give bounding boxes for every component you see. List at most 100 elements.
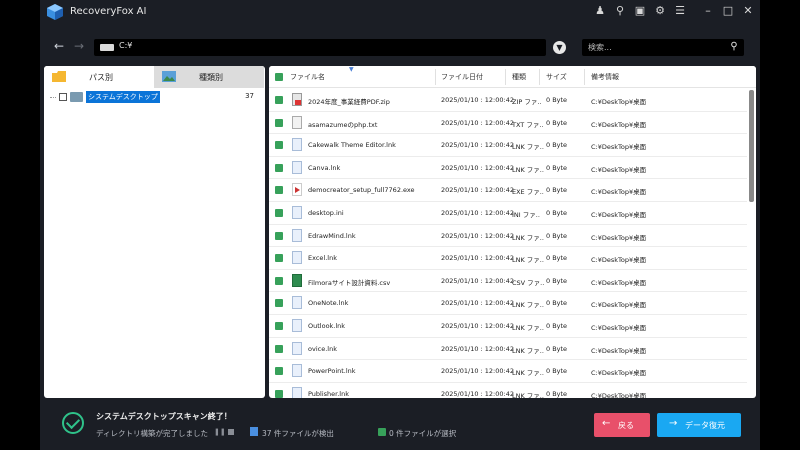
title-bar: RecoveryFox AI ♟ ⚲ ▣ ⚙ ☰ – □ ✕ <box>40 0 760 26</box>
table-row[interactable]: Filmoraサイト設計資料.csv 2025/01/10 : 12:00:42 C… <box>269 270 747 293</box>
drive-icon <box>100 44 114 51</box>
table-row[interactable]: Excel.lnk 2025/01/10 : 12:00:42 LNK ファ.. 0 … <box>269 247 747 270</box>
table-row[interactable]: OneNote.lnk 2025/01/10 : 12:00:42 LNK ファ..… <box>269 292 747 315</box>
file-type: LNK ファ.. <box>512 346 544 355</box>
file-note: C:¥DeskTop¥桌面 <box>591 120 647 129</box>
table-row[interactable]: Publisher.lnk 2025/01/10 : 12:00:42 LNK ファ… <box>269 383 747 398</box>
table-row[interactable]: Outlook.lnk 2025/01/10 : 12:00:42 LNK ファ..… <box>269 315 747 338</box>
tab-by-type[interactable]: 種類別 <box>154 66 264 88</box>
stop-icon[interactable] <box>228 429 234 435</box>
file-count-icon <box>250 427 258 436</box>
column-header-size[interactable]: サイズ <box>546 72 567 82</box>
table-row[interactable]: Cakewalk Theme Editor.lnk 2025/01/10 : 12… <box>269 134 747 157</box>
file-name: OneNote.lnk <box>308 299 349 308</box>
lnk-file-icon <box>292 206 302 219</box>
recover-button-label: データ復元 <box>685 421 725 430</box>
row-checkbox[interactable] <box>275 209 283 217</box>
column-divider <box>505 69 506 85</box>
row-checkbox[interactable] <box>275 344 283 353</box>
file-name: Publisher.lnk <box>308 389 349 398</box>
menu-icon[interactable]: ☰ <box>674 4 686 18</box>
lnk-file-icon <box>292 386 302 398</box>
scrollbar[interactable] <box>749 90 754 202</box>
tree-checkbox[interactable] <box>59 93 67 101</box>
back-button[interactable]: ← 戻る <box>594 413 650 437</box>
file-list-panel: ▼ ファイル名 ファイル日付 種類 サイズ 備考情報 2024年度_事業経費PD… <box>269 66 756 398</box>
minimize-button[interactable]: – <box>702 4 714 18</box>
forward-arrow-icon[interactable]: → <box>72 39 86 53</box>
row-checkbox[interactable] <box>275 141 283 150</box>
file-name: Canva.lnk <box>308 163 341 172</box>
table-header: ▼ ファイル名 ファイル日付 種類 サイズ 備考情報 <box>269 66 756 88</box>
lnk-file-icon <box>292 364 302 378</box>
row-checkbox[interactable] <box>275 299 283 308</box>
table-row[interactable]: asamazumeのphp.txt 2025/01/10 : 12:00:42 TX… <box>269 112 747 135</box>
row-checkbox[interactable] <box>275 389 283 398</box>
column-header-note[interactable]: 備考情報 <box>591 72 619 82</box>
row-checkbox[interactable] <box>275 186 283 195</box>
table-row[interactable]: 2024年度_事業経費PDF.zip 2025/01/10 : 12:00:42 Z… <box>269 89 747 112</box>
tab-by-path[interactable]: パス別 <box>44 66 154 88</box>
file-name: democreator_setup_full7762.exe <box>308 186 415 195</box>
file-size: 0 Byte <box>546 118 568 127</box>
txt-file-icon <box>292 115 302 129</box>
column-header-name[interactable]: ファイル名 <box>290 72 325 82</box>
table-row[interactable]: Canva.lnk 2025/01/10 : 12:00:42 LNK ファ.. 0 … <box>269 157 747 180</box>
file-date: 2025/01/10 : 12:00:42 <box>441 186 514 195</box>
file-date: 2025/01/10 : 12:00:42 <box>441 344 514 353</box>
selected-check-icon <box>378 428 386 436</box>
left-panel: パス別 種類別 システムデスクトップ 37 <box>44 66 265 398</box>
row-checkbox[interactable] <box>275 96 283 104</box>
row-checkbox[interactable] <box>275 163 283 172</box>
row-checkbox[interactable] <box>275 322 283 330</box>
cart-icon[interactable]: ⚲ <box>614 4 626 18</box>
file-size: 0 Byte <box>546 344 568 353</box>
file-size: 0 Byte <box>546 299 568 308</box>
row-checkbox[interactable] <box>275 367 283 376</box>
address-bar: ← → C:¥ ▼ ⚲ <box>40 34 760 60</box>
close-button[interactable]: ✕ <box>742 4 754 18</box>
file-type: LNK ファ.. <box>512 301 544 310</box>
search-box: ⚲ <box>582 39 744 56</box>
table-row[interactable]: PowerPoint.lnk 2025/01/10 : 12:00:42 LNK フ… <box>269 360 747 383</box>
file-size: 0 Byte <box>546 389 568 398</box>
gear-icon[interactable]: ⚙ <box>654 4 666 18</box>
file-size: 0 Byte <box>546 276 568 285</box>
search-icon[interactable]: ⚲ <box>728 41 740 53</box>
column-header-date[interactable]: ファイル日付 <box>441 72 483 82</box>
file-note: C:¥DeskTop¥桌面 <box>591 256 647 265</box>
table-row[interactable]: democreator_setup_full7762.exe 2025/01/10… <box>269 179 747 202</box>
file-name: Cakewalk Theme Editor.lnk <box>308 141 396 150</box>
status-bar: システムデスクトップスキャン終了！ ディレクトリ構築が完了しました ❚❚ 37 … <box>40 403 760 450</box>
filter-icon[interactable]: ▼ <box>553 41 566 54</box>
pause-icon[interactable]: ❚❚ <box>214 428 226 436</box>
path-box[interactable]: C:¥ <box>94 39 546 56</box>
chat-icon[interactable]: ▣ <box>634 4 646 18</box>
row-checkbox[interactable] <box>275 254 283 263</box>
lnk-file-icon <box>292 138 302 152</box>
table-row[interactable]: ovice.lnk 2025/01/10 : 12:00:42 LNK ファ.. 0 … <box>269 338 747 361</box>
tree-item-count: 37 <box>245 92 254 100</box>
view-tabs: パス別 種類別 <box>44 66 265 88</box>
check-circle-icon <box>62 412 84 434</box>
table-row[interactable]: desktop.ini 2025/01/10 : 12:00:42 INI ファ..… <box>269 202 747 225</box>
file-note: C:¥DeskTop¥桌面 <box>591 346 647 355</box>
select-all-checkbox[interactable] <box>275 73 283 81</box>
column-header-type[interactable]: 種類 <box>512 72 526 82</box>
row-checkbox[interactable] <box>275 276 283 285</box>
maximize-button[interactable]: □ <box>722 4 734 18</box>
folder-icon <box>70 92 83 102</box>
file-note: C:¥DeskTop¥桌面 <box>591 391 647 398</box>
user-icon[interactable]: ♟ <box>594 4 606 18</box>
search-input[interactable] <box>588 41 718 54</box>
row-checkbox[interactable] <box>275 118 283 127</box>
file-size: 0 Byte <box>546 254 568 263</box>
file-name: PowerPoint.lnk <box>308 367 356 376</box>
recover-button[interactable]: → データ復元 <box>657 413 741 437</box>
file-size: 0 Byte <box>546 163 568 172</box>
tree-item-system-desktop[interactable]: システムデスクトップ 37 <box>50 91 256 104</box>
file-size: 0 Byte <box>546 367 568 376</box>
row-checkbox[interactable] <box>275 231 283 240</box>
table-row[interactable]: EdrawMind.lnk 2025/01/10 : 12:00:42 LNK ファ… <box>269 225 747 248</box>
back-arrow-icon[interactable]: ← <box>52 39 66 53</box>
